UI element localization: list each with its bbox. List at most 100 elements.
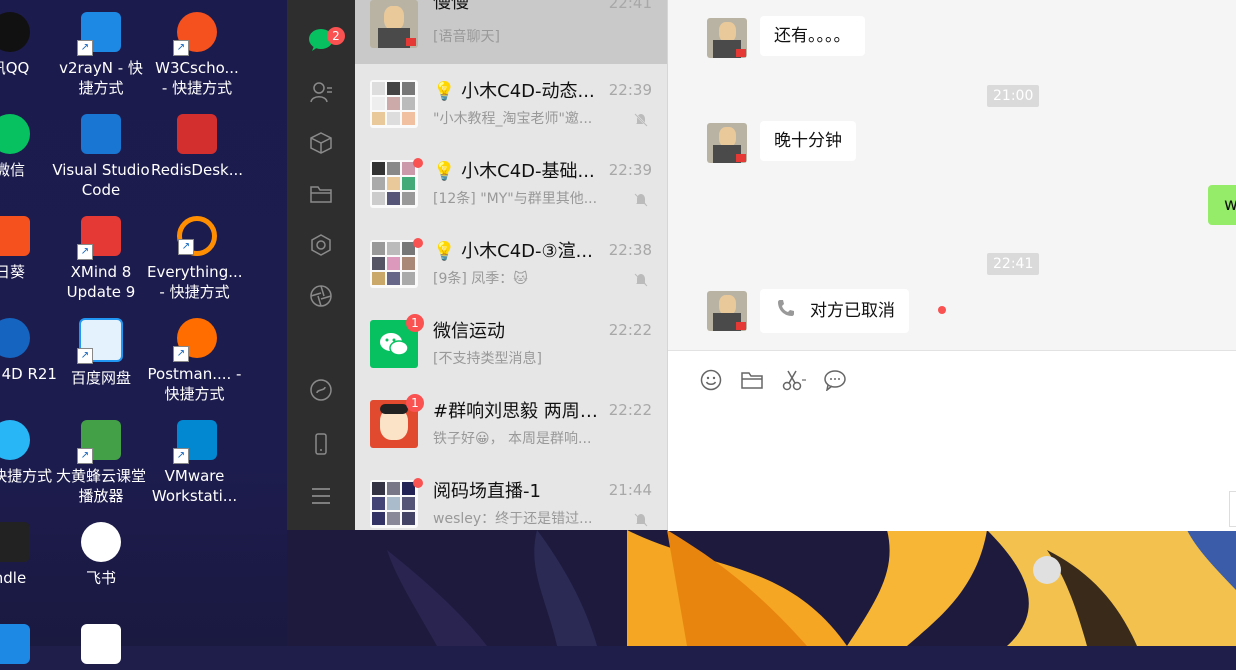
- desktop-icon-vmware[interactable]: ↗ VMware Workstati...: [147, 420, 247, 506]
- self-message-bubble[interactable]: w: [1208, 185, 1236, 225]
- unread-badge: 1: [406, 394, 424, 412]
- contact-avatar[interactable]: [707, 18, 747, 58]
- shortcut-arrow-icon: ↗: [178, 239, 194, 255]
- message-bubble[interactable]: 还有。。。。: [760, 16, 865, 56]
- folder-icon[interactable]: [740, 369, 764, 393]
- avatar: [370, 0, 418, 48]
- desktop-icon-label: 日葵: [0, 263, 25, 281]
- sunlogin-icon: [0, 216, 30, 256]
- menu-icon[interactable]: [307, 484, 335, 512]
- conversation-time: 22:39: [608, 81, 652, 99]
- conversation-item[interactable]: 阅码场直播-1 21:44 wesley：终于还是错过...: [355, 470, 667, 530]
- shortcut-arrow-icon: ↗: [77, 40, 93, 56]
- conversation-name: 慢慢: [433, 0, 469, 13]
- files-icon[interactable]: [307, 182, 335, 210]
- unread-dot: [413, 238, 423, 248]
- message-input-area[interactable]: [668, 350, 1236, 531]
- unread-dot: [413, 158, 423, 168]
- conversation-item[interactable]: 1 #群响刘思毅 两周年... 22:22 铁子好😀， 本周是群响...: [355, 390, 667, 470]
- redis-icon: [177, 114, 217, 154]
- phone-icon: [776, 298, 798, 324]
- mute-icon: [633, 512, 649, 530]
- conversation-name: 阅码场直播-1: [433, 481, 541, 502]
- scissors-icon[interactable]: [781, 369, 806, 393]
- shortcut-arrow-icon: ↗: [173, 448, 189, 464]
- cloud-icon: [0, 420, 30, 460]
- favorites-icon[interactable]: [307, 131, 335, 159]
- conversation-item[interactable]: 💡 小木C4D-③渲... 22:38 [9条] 凤季：🐱: [355, 230, 667, 310]
- message-timestamp: 21:00: [987, 85, 1040, 107]
- desktop-icon-label: Visual Studio Code: [52, 161, 150, 199]
- desktop-icon-label: W3Cscho... - 快捷方式: [155, 59, 239, 97]
- conversation-item[interactable]: 💡 小木C4D-基础... 22:39 [12条] "MY"与群里其他...: [355, 150, 667, 230]
- conversation-time: 22:38: [608, 241, 652, 259]
- mute-icon: [633, 272, 649, 292]
- group-avatar: [370, 160, 418, 208]
- group-avatar: [370, 480, 418, 528]
- mute-icon: [633, 192, 649, 212]
- desktop-icon-v2rayn[interactable]: ↗ v2rayN - 快捷方式: [51, 12, 151, 98]
- miniprogram-icon[interactable]: [307, 378, 335, 406]
- desktop-icon-label: RedisDesk...: [150, 161, 244, 179]
- conversation-time: 21:44: [608, 481, 652, 499]
- desktop-icon-baidunetdisk[interactable]: ↗ 百度网盘: [51, 318, 151, 388]
- unread-call-dot: [938, 306, 946, 314]
- conversation-preview: wesley：终于还是错过...: [433, 511, 593, 527]
- conversation-time: 22:22: [608, 401, 652, 419]
- conversation-item[interactable]: 1 微信运动 22:22 [不支持类型消息]: [355, 310, 667, 390]
- channels-icon[interactable]: [307, 284, 335, 312]
- desktop-icon-label: 讯QQ: [0, 59, 30, 77]
- desktop-icon-feishu[interactable]: 飞书: [51, 522, 151, 588]
- contact-avatar[interactable]: [707, 123, 747, 163]
- xmind-icon: ↗: [77, 216, 121, 260]
- unread-badge: 1: [406, 314, 424, 332]
- group-avatar: [370, 80, 418, 128]
- vmware-icon: ↗: [173, 420, 217, 464]
- contact-avatar[interactable]: [707, 291, 747, 331]
- conversation-preview: 铁子好😀， 本周是群响...: [433, 431, 592, 447]
- desktop-icon-w3cschool[interactable]: ↗ W3Cscho... - 快捷方式: [147, 12, 247, 98]
- conversation-preview: [不支持类型消息]: [433, 351, 542, 367]
- desktop-icon-postman[interactable]: ↗ Postman.... - 快捷方式: [147, 318, 247, 404]
- conversation-time: 22:22: [608, 321, 652, 339]
- conversation-name: 💡 小木C4D-基础...: [433, 161, 595, 182]
- shortcut-arrow-icon: ↗: [77, 244, 93, 260]
- conversation-list: 慢慢 22:41 [语音聊天] 💡 小木C4D-动态... 22:39 "小木教…: [355, 0, 668, 530]
- call-message-bubble[interactable]: 对方已取消: [760, 289, 909, 333]
- desktop-icon-label: ndle: [0, 569, 27, 587]
- desktop-icon-dahuangfeng[interactable]: ↗ 大黄蜂云课堂播放器: [51, 420, 151, 506]
- conversation-item[interactable]: 慢慢 22:41 [语音聊天]: [355, 0, 667, 64]
- app-icon: [0, 624, 30, 664]
- conversation-item[interactable]: 💡 小木C4D-动态... 22:39 "小木教程_淘宝老师"邀...: [355, 70, 667, 150]
- shortcut-arrow-icon: ↗: [77, 348, 93, 364]
- conversation-time: 22:39: [608, 161, 652, 179]
- cinema4d-icon: [0, 318, 30, 358]
- desktop-icon-xmind[interactable]: ↗ XMind 8 Update 9: [51, 216, 151, 302]
- message-bubble[interactable]: 晚十分钟: [760, 121, 856, 161]
- wallpaper-illustration: [287, 530, 1236, 646]
- moments-icon[interactable]: [307, 233, 335, 261]
- wechat-sidebar: 2: [287, 0, 355, 530]
- conversation-name: 微信运动: [433, 321, 505, 342]
- chat-history-icon[interactable]: [823, 369, 847, 393]
- group-avatar: [370, 240, 418, 288]
- desktop-icon-capcut[interactable]: [51, 624, 151, 670]
- unread-badge: 2: [327, 27, 345, 45]
- w3cschool-icon: ↗: [173, 12, 217, 56]
- conversation-preview: [9条] 凤季：🐱: [433, 271, 528, 287]
- emoji-icon[interactable]: [699, 369, 723, 393]
- postman-icon: ↗: [173, 318, 217, 362]
- conversation-name: 💡 小木C4D-动态...: [433, 81, 595, 102]
- message-timestamp: 22:41: [987, 253, 1040, 275]
- chat-panel: 还有。。。。 21:00 晚十分钟 w 22:41 对方已取消: [668, 0, 1236, 531]
- desktop-icon-everything[interactable]: ↗ Everything... - 快捷方式: [147, 216, 247, 302]
- conversation-time: 22:41: [608, 0, 652, 12]
- conversation-preview: [语音聊天]: [433, 29, 500, 45]
- conversation-name: 💡 小木C4D-③渲...: [433, 241, 593, 262]
- capcut-icon: [81, 624, 121, 664]
- phone-icon[interactable]: [307, 432, 335, 460]
- desktop-icon-redisdesktop[interactable]: RedisDesk...: [147, 114, 247, 180]
- qq-icon: [0, 12, 30, 52]
- contacts-icon[interactable]: [307, 80, 335, 108]
- desktop-icon-vscode[interactable]: Visual Studio Code: [51, 114, 151, 200]
